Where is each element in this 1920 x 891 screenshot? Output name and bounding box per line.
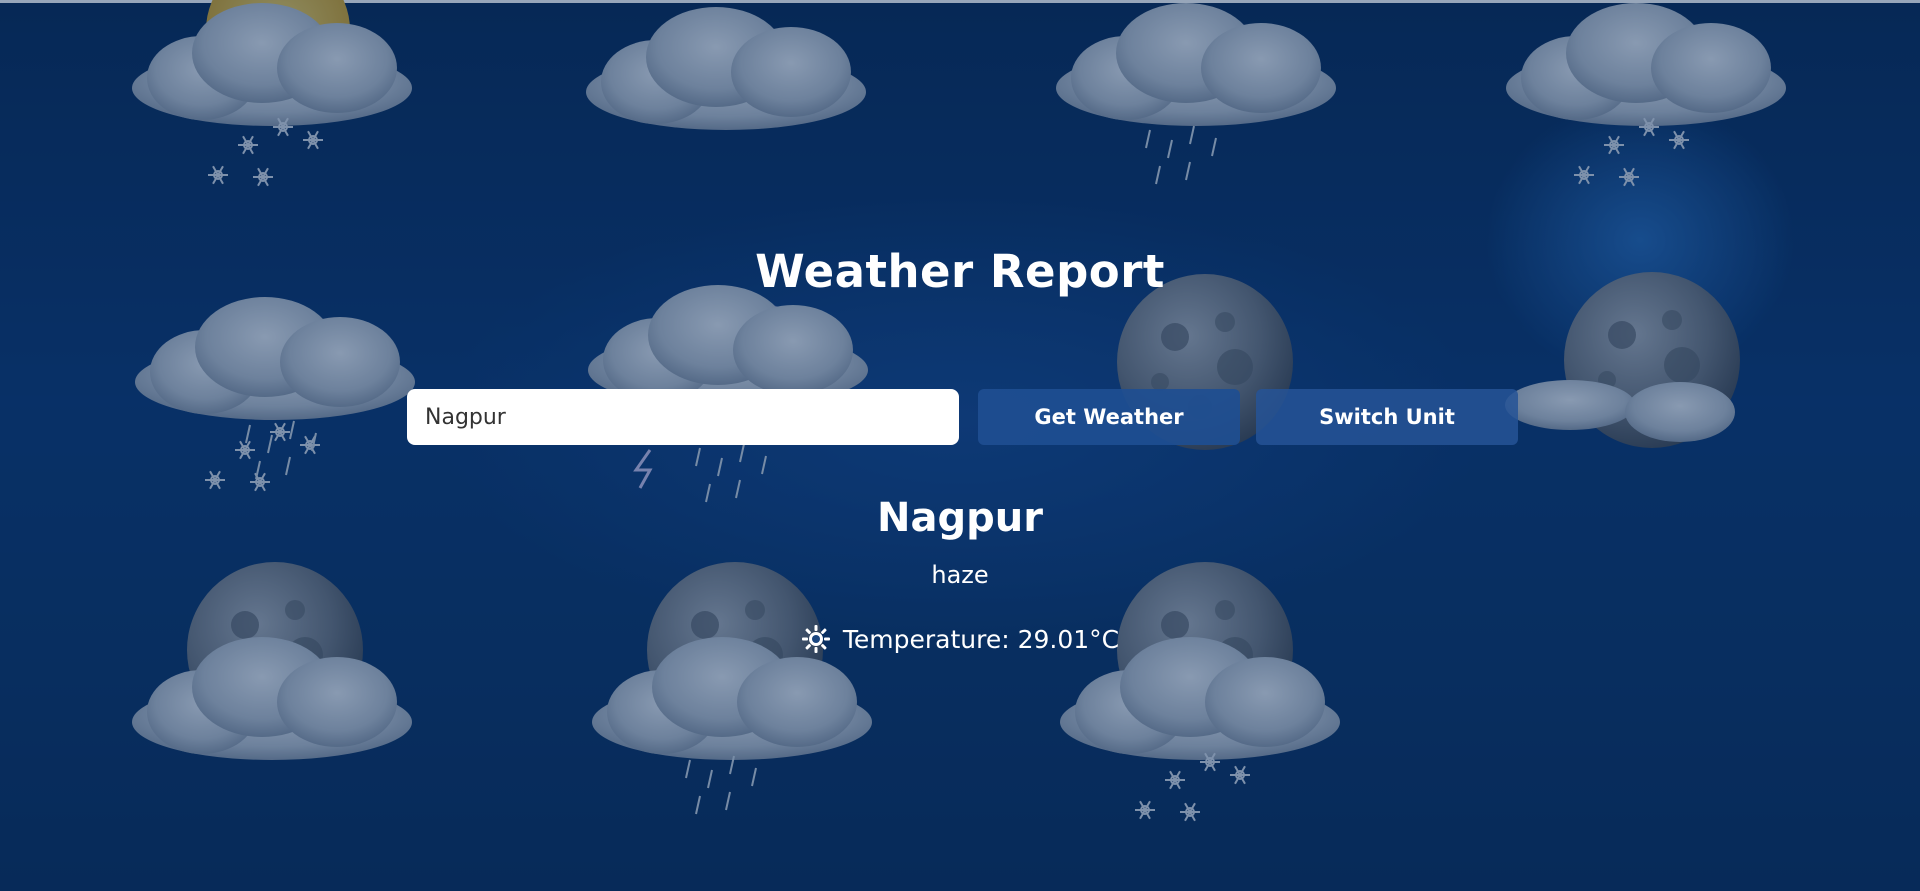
city-name: Nagpur <box>877 495 1043 541</box>
weather-description: haze <box>931 561 989 589</box>
temperature-row: Temperature: 29.01°C <box>0 622 1920 656</box>
page-title: Weather Report <box>755 245 1165 298</box>
switch-unit-button[interactable]: Switch Unit <box>1256 389 1518 445</box>
weather-background <box>0 0 1920 891</box>
city-search-input[interactable] <box>407 389 959 445</box>
temperature-text: Temperature: 29.01°C <box>842 624 1120 654</box>
sun-icon <box>801 624 831 654</box>
get-weather-button[interactable]: Get Weather <box>978 389 1240 445</box>
